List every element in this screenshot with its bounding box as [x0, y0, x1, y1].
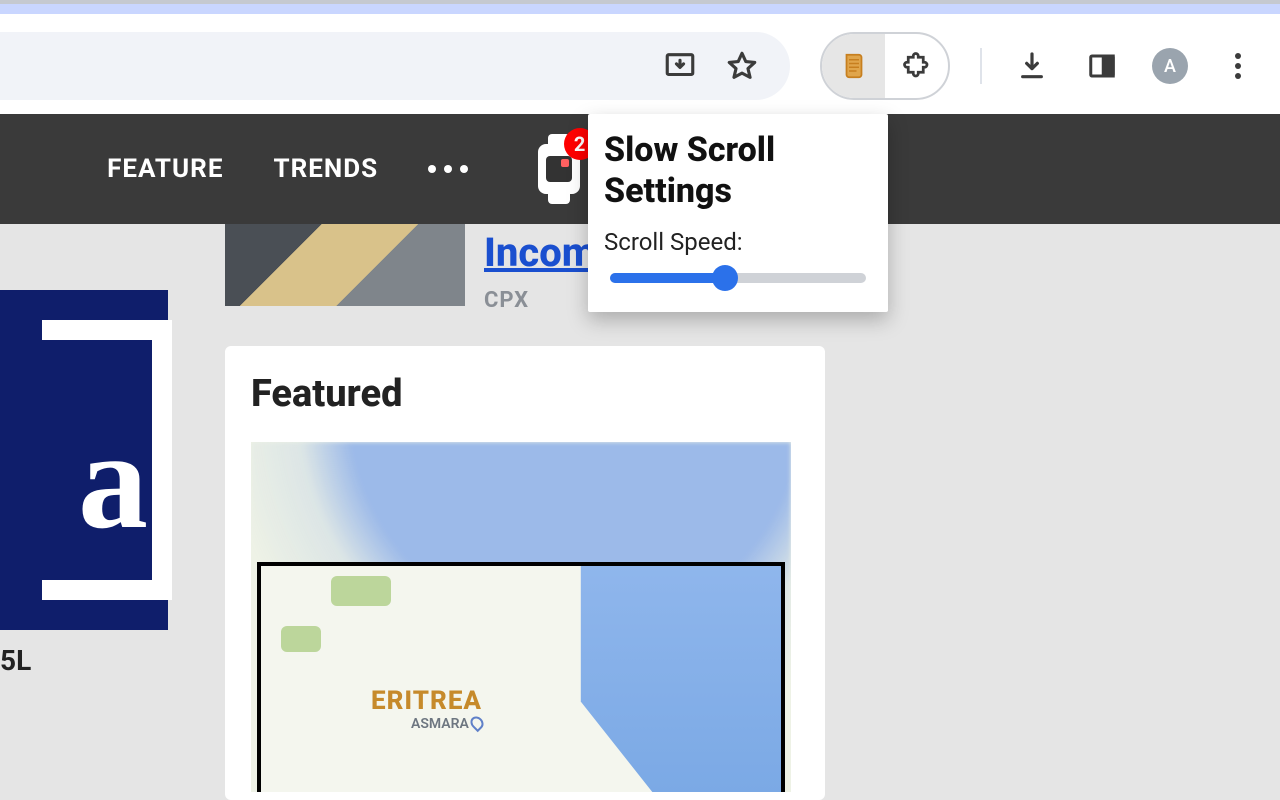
map-country-label: ERITREA: [371, 686, 482, 716]
featured-heading: Featured: [251, 372, 799, 416]
map-inner-frame: ERITREA ASMARA: [257, 562, 785, 792]
avatar-initial: A: [1164, 56, 1176, 77]
install-app-icon[interactable]: [660, 46, 700, 86]
featured-map-thumbnail[interactable]: ERITREA ASMARA: [251, 442, 791, 792]
map-sea: [495, 566, 781, 792]
extension-popup: Slow Scroll Settings Scroll Speed:: [588, 114, 888, 312]
nav-item-feature[interactable]: FEATURE: [107, 154, 223, 184]
article-thumbnail[interactable]: [225, 224, 465, 306]
bookmark-star-icon[interactable]: [722, 46, 762, 86]
popup-title: Slow Scroll Settings: [604, 130, 872, 212]
nav-item-trends[interactable]: TRENDS: [273, 154, 378, 184]
omnibox-region: [0, 32, 790, 100]
popup-title-line1: Slow Scroll: [604, 130, 775, 170]
sidebar-logo-tile[interactable]: a: [0, 290, 168, 630]
kebab-menu-icon[interactable]: [1218, 46, 1258, 86]
sidebar-logo-label: 5L: [0, 644, 31, 677]
popup-title-line2: Settings: [604, 171, 732, 211]
scroll-speed-label: Scroll Speed:: [604, 228, 872, 256]
slow-scroll-extension-icon[interactable]: [822, 34, 885, 98]
map-city-label: ASMARA: [411, 716, 469, 732]
article-source-label: CPX: [484, 288, 529, 313]
featured-card: Featured ERITREA ASMARA: [225, 346, 825, 800]
browser-toolbar: A: [0, 14, 1280, 114]
extension-pill: [820, 32, 950, 100]
toolbar-separator: [980, 48, 982, 84]
extensions-puzzle-icon[interactable]: [885, 34, 948, 98]
tab-strip-accent: [0, 4, 1280, 14]
slider-thumb-icon[interactable]: [712, 265, 738, 291]
side-panel-icon[interactable]: [1082, 46, 1122, 86]
watch-notification-button[interactable]: 2: [538, 144, 580, 194]
badge-count: 2: [574, 132, 586, 156]
scroll-speed-slider[interactable]: [604, 266, 872, 290]
article-headline-link[interactable]: Incom: [484, 224, 596, 280]
downloads-icon[interactable]: [1012, 46, 1052, 86]
logo-glyph: a: [78, 400, 148, 561]
toolbar-right-group: A: [960, 32, 1280, 100]
map-city-pin-icon: [468, 714, 486, 732]
profile-avatar[interactable]: A: [1152, 48, 1188, 84]
nav-more-icon[interactable]: [428, 165, 468, 173]
